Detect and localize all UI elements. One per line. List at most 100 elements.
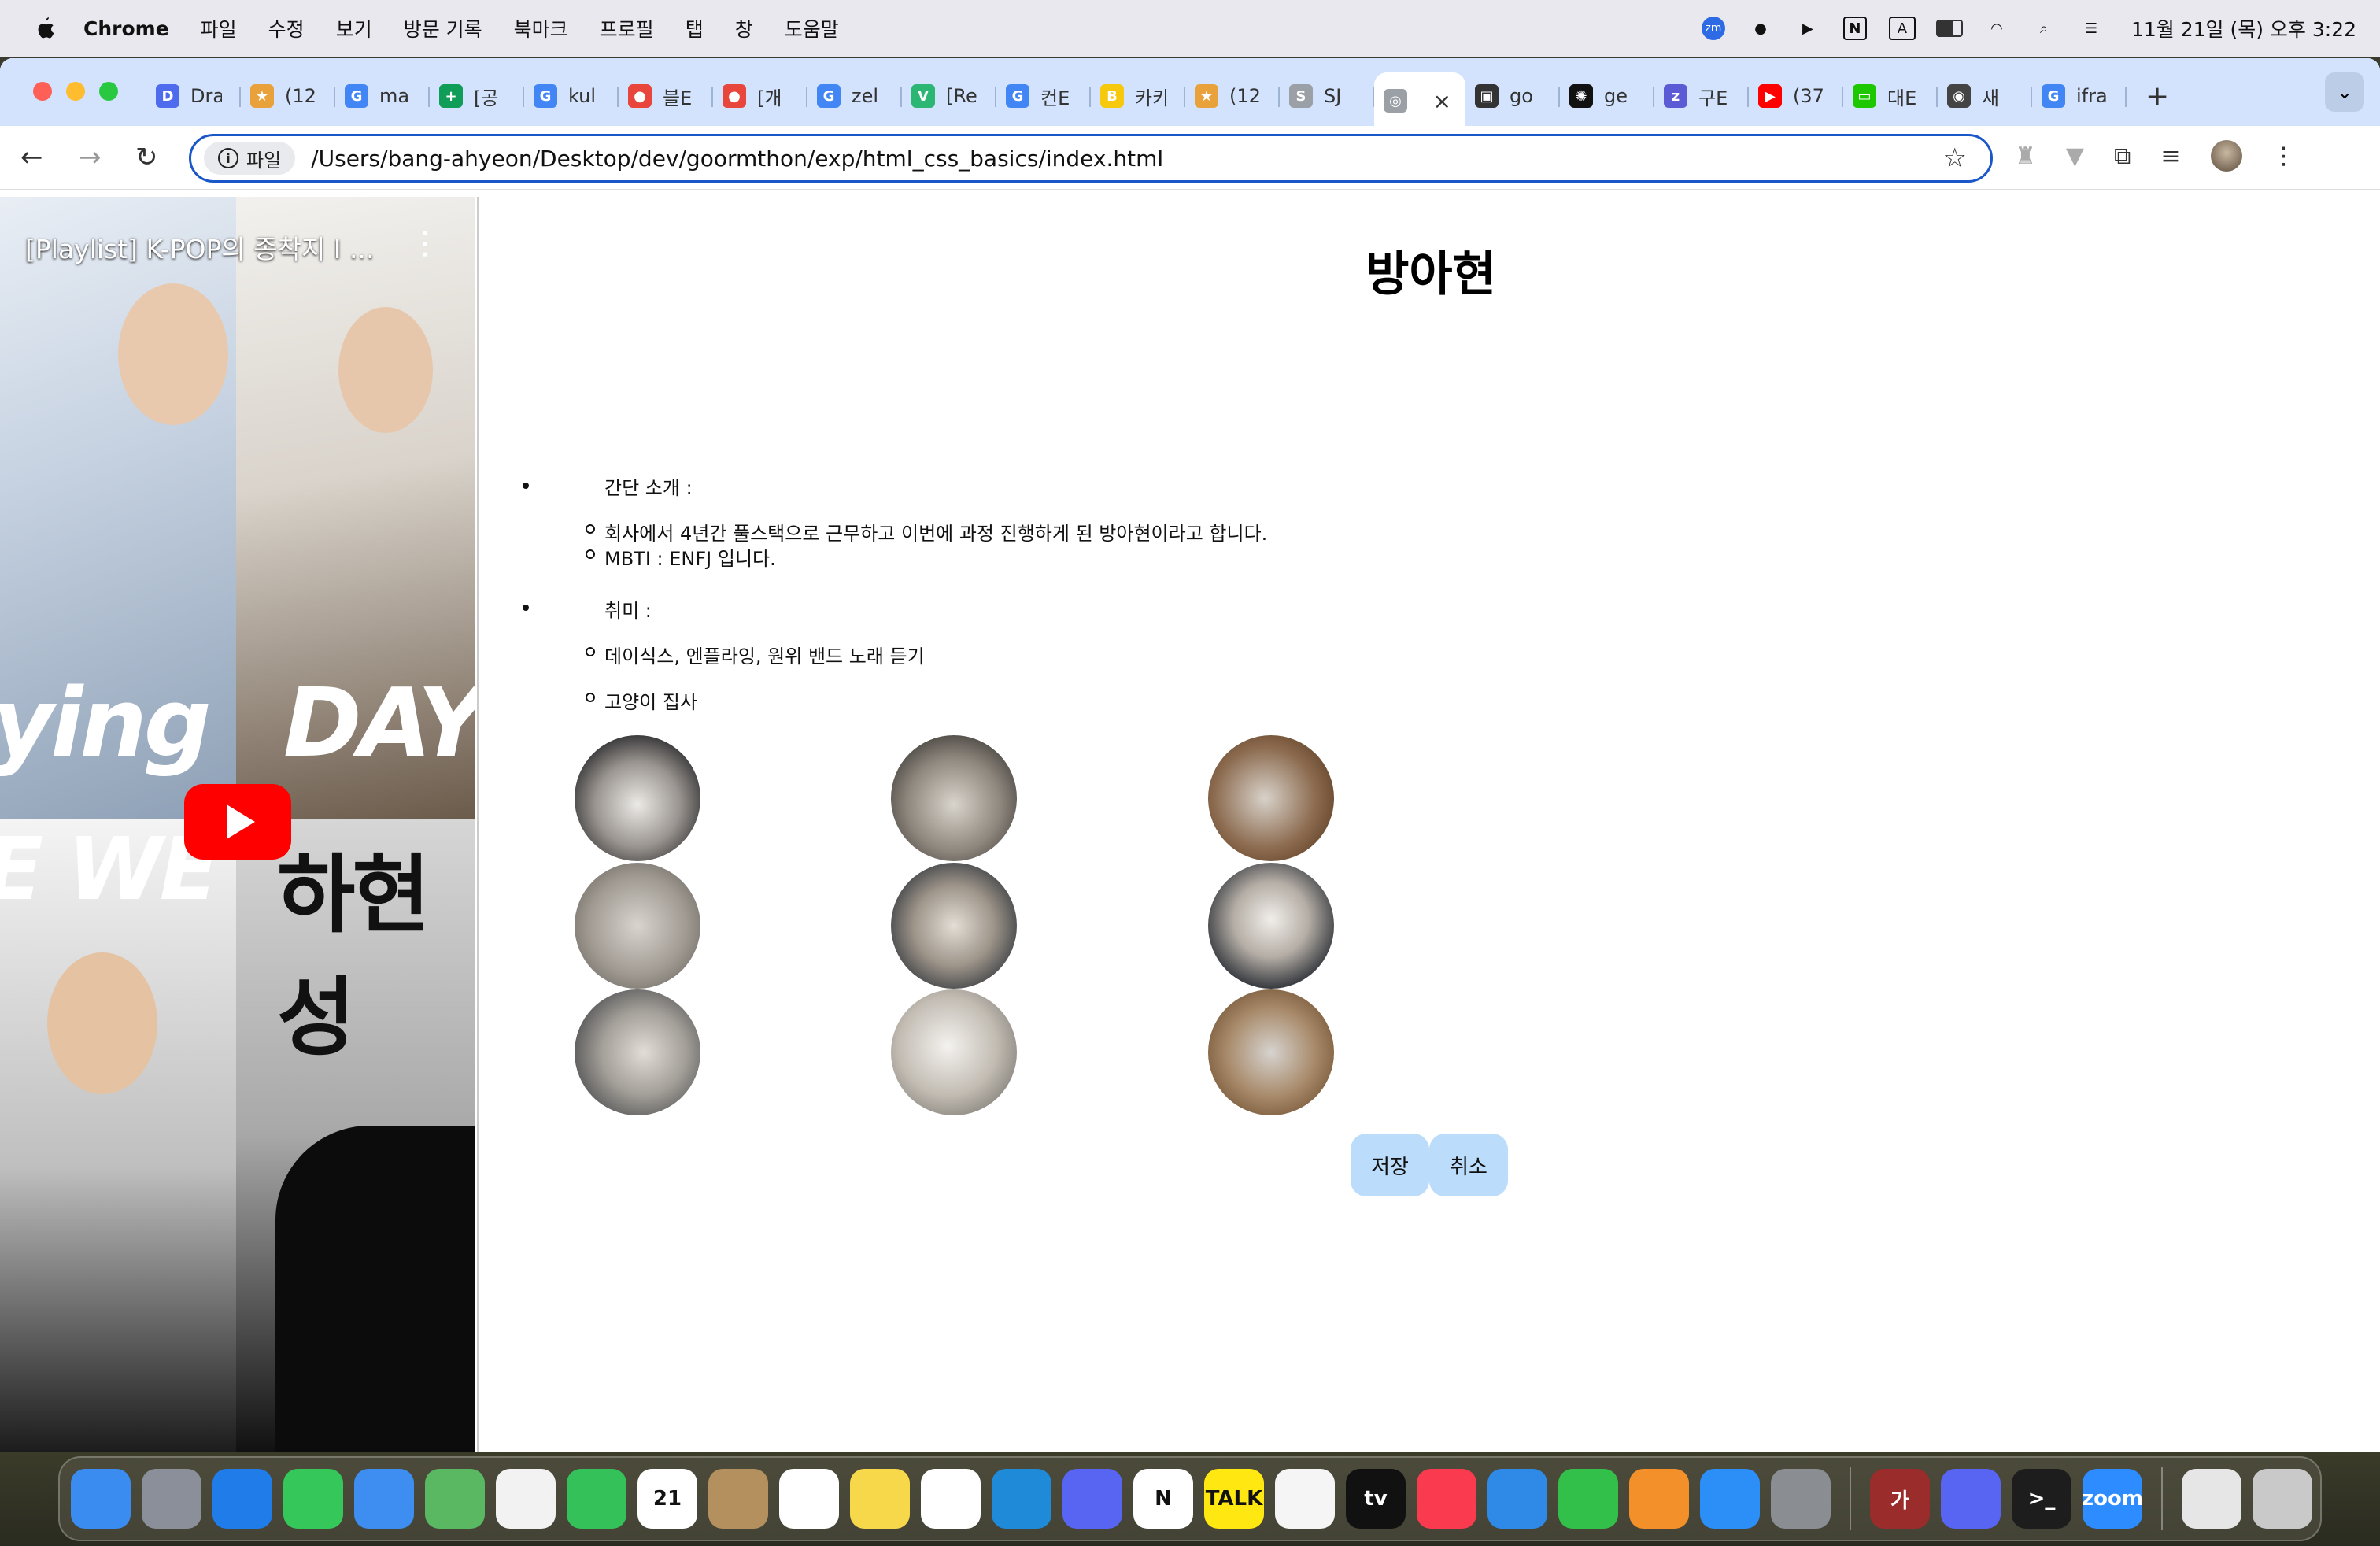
- minimize-window-button[interactable]: [66, 82, 85, 101]
- dock-notion-icon[interactable]: N: [1133, 1469, 1193, 1529]
- youtube-play-button[interactable]: [184, 784, 291, 860]
- tab-search-button[interactable]: ⌄: [2325, 72, 2364, 112]
- dock-music-icon[interactable]: [1417, 1469, 1476, 1529]
- menu-tab[interactable]: 탭: [686, 14, 704, 43]
- dock-terminal-icon[interactable]: >_: [2012, 1469, 2071, 1529]
- youtube-embed[interactable]: ying DAY E WE 하현성 [Playlist] K-POP의 종착지 …: [0, 197, 475, 1452]
- dock-freeform-icon[interactable]: [1275, 1469, 1335, 1529]
- browser-tab[interactable]: Gkul: [524, 72, 619, 120]
- dock-numbers-icon[interactable]: [1558, 1469, 1618, 1529]
- hobby-item-1: 데이식스, 엔플라잉, 원위 밴드 노래 듣기: [604, 645, 925, 668]
- dock-appletv-icon[interactable]: tv: [1346, 1469, 1406, 1529]
- apple-icon[interactable]: [33, 16, 55, 41]
- extension-icon-1[interactable]: ♜: [2015, 142, 2036, 170]
- browser-tab[interactable]: Gma: [335, 72, 430, 120]
- site-info-chip[interactable]: i 파일: [204, 142, 296, 175]
- chrome-menu-icon[interactable]: ⋮: [2272, 142, 2296, 170]
- browser-tab[interactable]: Gifra: [2032, 72, 2127, 120]
- browser-tab[interactable]: ▶ (37: [1749, 72, 1843, 120]
- dock-chrome-icon[interactable]: [921, 1469, 981, 1529]
- browser-tab[interactable]: D Dra: [146, 72, 241, 120]
- dock-discord-icon[interactable]: [1062, 1469, 1122, 1529]
- dock-launchpad-icon[interactable]: [142, 1469, 201, 1529]
- dock-safari-icon[interactable]: [213, 1469, 272, 1529]
- menu-file[interactable]: 파일: [201, 14, 237, 43]
- menu-window[interactable]: 창: [735, 14, 753, 43]
- browser-tab[interactable]: ▣ go: [1465, 72, 1560, 120]
- save-button[interactable]: 저장: [1351, 1134, 1429, 1196]
- dock-keynote-icon[interactable]: [1488, 1469, 1547, 1529]
- browser-tab[interactable]: ◉ 새: [1938, 72, 2032, 120]
- zoom-tray-icon[interactable]: zm: [1700, 15, 1727, 42]
- dock-discord-2-icon[interactable]: [1941, 1469, 2001, 1529]
- input-source-icon[interactable]: A: [1888, 15, 1916, 42]
- browser-tab[interactable]: Gzel: [808, 72, 902, 120]
- dock-maps-icon[interactable]: [425, 1469, 485, 1529]
- close-window-button[interactable]: [33, 82, 52, 101]
- video-more-icon[interactable]: ⋮: [409, 225, 441, 261]
- browser-tab[interactable]: B 카카: [1091, 72, 1185, 120]
- dock-files-icon[interactable]: [2182, 1469, 2241, 1529]
- dock-notes-icon[interactable]: [850, 1469, 910, 1529]
- browser-tab[interactable]: ★ (12: [1185, 72, 1280, 120]
- browser-tab[interactable]: + [공: [430, 72, 524, 120]
- dock-pages-icon[interactable]: [1629, 1469, 1689, 1529]
- tab-active[interactable]: ◎ ×: [1374, 72, 1465, 129]
- dock-settings-icon[interactable]: [1771, 1469, 1831, 1529]
- address-bar[interactable]: i 파일 /Users/bang-ahyeon/Desktop/dev/goor…: [189, 134, 1993, 183]
- dock-kakaotalk-icon[interactable]: TALK: [1204, 1469, 1264, 1529]
- menu-profiles[interactable]: 프로필: [600, 14, 654, 43]
- dock-contacts-icon[interactable]: [708, 1469, 768, 1529]
- close-tab-icon[interactable]: ×: [1433, 88, 1451, 114]
- browser-tab[interactable]: ▭ 대E: [1843, 72, 1938, 120]
- dock-messages-icon[interactable]: [283, 1469, 343, 1529]
- extensions-puzzle-icon[interactable]: ⧉: [2114, 142, 2131, 170]
- dock-reminders-icon[interactable]: [779, 1469, 839, 1529]
- bookmark-star-icon[interactable]: ☆: [1943, 142, 1967, 174]
- dock-appstore-icon[interactable]: [1700, 1469, 1760, 1529]
- browser-tab[interactable]: z 구E: [1654, 72, 1749, 120]
- wifi-icon[interactable]: ◠: [1983, 15, 2010, 42]
- menu-history[interactable]: 방문 기록: [404, 14, 482, 43]
- dock-photos-icon[interactable]: [496, 1469, 556, 1529]
- dock-mail-icon[interactable]: [354, 1469, 414, 1529]
- play-tray-icon[interactable]: ▶: [1794, 15, 1821, 42]
- menu-view[interactable]: 보기: [336, 14, 372, 43]
- browser-tab[interactable]: ✺ ge: [1560, 72, 1654, 120]
- url-text[interactable]: /Users/bang-ahyeon/Desktop/dev/goormthon…: [311, 146, 1163, 172]
- dock-separator: [2161, 1467, 2163, 1530]
- spotlight-search-icon[interactable]: ⌕: [2031, 15, 2057, 42]
- menu-edit[interactable]: 수정: [268, 14, 305, 43]
- dock-finder-icon[interactable]: [71, 1469, 131, 1529]
- menu-help[interactable]: 도움말: [785, 14, 839, 43]
- notion-tray-icon[interactable]: N: [1842, 15, 1868, 42]
- dock-vscode-icon[interactable]: [992, 1469, 1051, 1529]
- browser-tab[interactable]: S SJ: [1280, 72, 1374, 120]
- dock-calendar-icon[interactable]: 21: [638, 1469, 697, 1529]
- forward-button[interactable]: →: [79, 142, 102, 173]
- chat-tray-icon[interactable]: ●: [1747, 15, 1774, 42]
- new-tab-button[interactable]: +: [2145, 80, 2169, 113]
- browser-tab[interactable]: ● 블E: [619, 72, 713, 120]
- profile-avatar[interactable]: [2210, 140, 2242, 172]
- reload-button[interactable]: ↻: [135, 142, 158, 173]
- media-control-icon[interactable]: ≡: [2160, 142, 2180, 170]
- extension-icon-2[interactable]: ▼: [2066, 142, 2084, 170]
- video-title[interactable]: [Playlist] K-POP의 종착지 I ...: [25, 228, 375, 266]
- browser-tab[interactable]: V [Re: [902, 72, 996, 120]
- browser-tab[interactable]: ● [개: [713, 72, 808, 120]
- menu-bookmarks[interactable]: 북마크: [514, 14, 568, 43]
- browser-tab[interactable]: ★ (12: [241, 72, 335, 120]
- cancel-button[interactable]: 취소: [1429, 1134, 1508, 1196]
- zoom-window-button[interactable]: [99, 82, 118, 101]
- back-button[interactable]: ←: [20, 142, 43, 173]
- control-center-icon[interactable]: ☰: [2078, 15, 2105, 42]
- battery-icon[interactable]: [1935, 15, 1963, 42]
- dock-zoom-icon[interactable]: zoom: [2082, 1469, 2143, 1529]
- dock-dictionary-icon[interactable]: 가: [1870, 1469, 1930, 1529]
- browser-tab[interactable]: G 컨E: [996, 72, 1091, 120]
- menu-app-name[interactable]: Chrome: [83, 17, 169, 40]
- menu-clock[interactable]: 11월 21일 (목) 오후 3:22: [2131, 14, 2356, 43]
- dock-trash-icon[interactable]: [2252, 1469, 2312, 1529]
- dock-facetime-icon[interactable]: [567, 1469, 626, 1529]
